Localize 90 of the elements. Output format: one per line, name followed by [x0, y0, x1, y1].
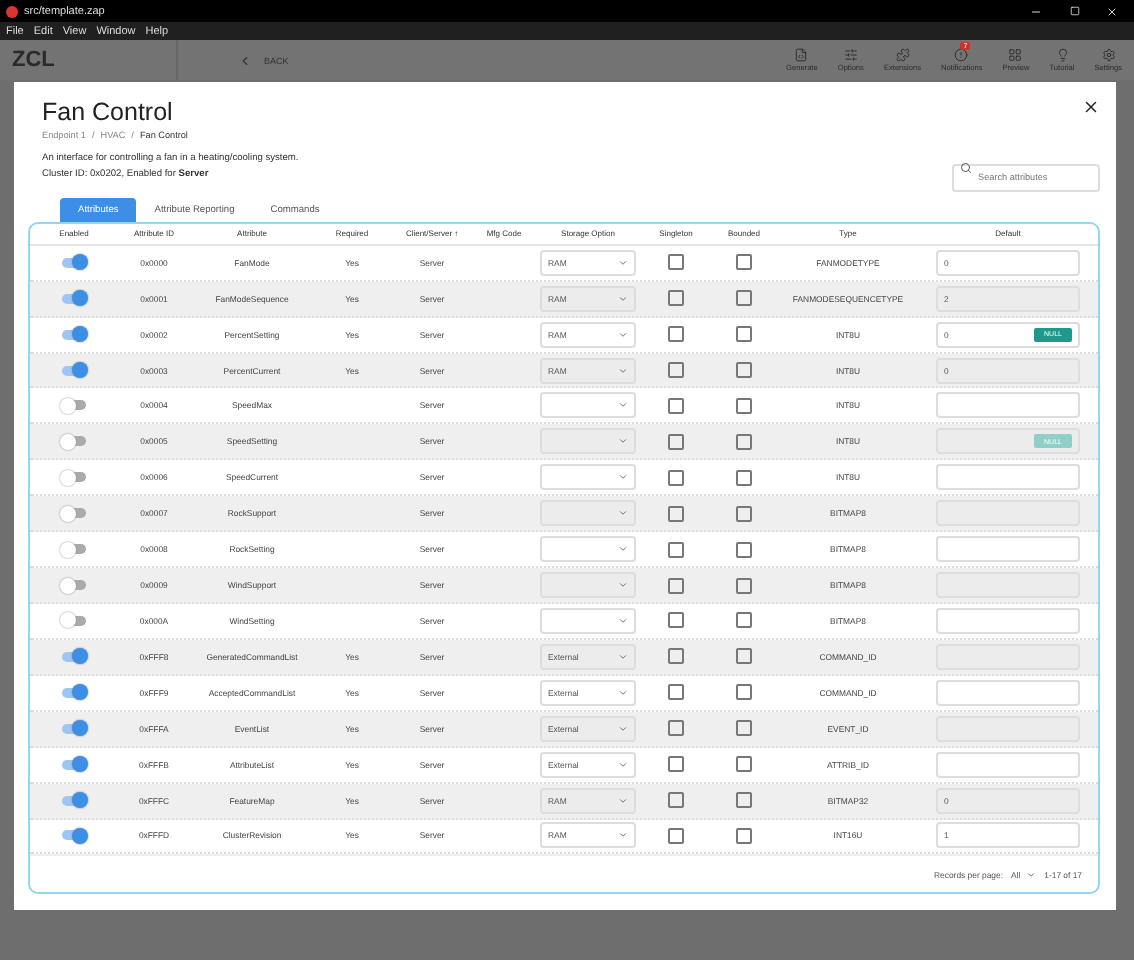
bounded-checkbox[interactable] — [736, 254, 752, 271]
bounded-checkbox[interactable] — [736, 362, 752, 378]
caret-icon — [618, 436, 628, 447]
caret-icon — [618, 400, 628, 411]
dialog-title: Fan Control — [42, 98, 173, 126]
bounded-checkbox[interactable] — [736, 648, 752, 665]
enabled-toggle[interactable] — [62, 580, 86, 591]
singleton-checkbox[interactable] — [668, 469, 684, 486]
caret-icon — [618, 687, 628, 698]
singleton-checkbox[interactable] — [668, 362, 684, 378]
caret-icon — [1026, 869, 1037, 880]
bounded-checkbox[interactable] — [736, 756, 752, 773]
bounded-checkbox[interactable] — [736, 290, 752, 307]
puzzle-icon — [895, 48, 910, 62]
chevron-left-icon — [238, 53, 252, 67]
enabled-toggle[interactable] — [62, 723, 86, 734]
enabled-toggle[interactable] — [62, 257, 86, 268]
grid-icon — [1008, 48, 1023, 62]
enabled-toggle[interactable] — [62, 508, 86, 519]
enabled-toggle[interactable] — [62, 436, 86, 447]
bounded-checkbox[interactable] — [736, 469, 752, 486]
caret-icon — [618, 759, 628, 770]
bounded-checkbox[interactable] — [736, 505, 752, 522]
close-button[interactable] — [1082, 98, 1100, 116]
singleton-checkbox[interactable] — [668, 827, 684, 844]
caret-icon — [618, 651, 628, 662]
default-field[interactable] — [936, 679, 1080, 706]
singleton-checkbox[interactable] — [668, 648, 684, 665]
settings-icon — [1101, 48, 1116, 62]
enabled-toggle[interactable] — [62, 615, 86, 626]
bounded-checkbox[interactable] — [736, 326, 752, 343]
singleton-checkbox[interactable] — [668, 505, 684, 522]
singleton-checkbox[interactable] — [668, 433, 684, 450]
singleton-checkbox[interactable] — [668, 541, 684, 558]
default-field[interactable] — [936, 536, 1080, 563]
bounded-checkbox[interactable] — [736, 827, 752, 844]
singleton-checkbox[interactable] — [668, 397, 684, 414]
singleton-checkbox[interactable] — [668, 684, 684, 701]
bounded-checkbox[interactable] — [736, 577, 752, 594]
bounded-checkbox[interactable] — [736, 397, 752, 414]
caret-icon — [618, 293, 628, 304]
search-icon — [960, 162, 972, 174]
enabled-toggle[interactable] — [62, 365, 86, 375]
app-logo-icon — [6, 5, 18, 17]
lightbulb-icon — [1055, 48, 1069, 62]
enabled-toggle[interactable] — [62, 293, 86, 304]
caret-icon — [618, 615, 628, 626]
default-field[interactable] — [936, 392, 1080, 419]
singleton-checkbox[interactable] — [668, 756, 684, 773]
caret-icon — [618, 723, 628, 734]
singleton-checkbox[interactable] — [668, 326, 684, 343]
caret-icon — [618, 795, 628, 806]
bounded-checkbox[interactable] — [736, 720, 752, 737]
enabled-toggle[interactable] — [62, 795, 86, 806]
singleton-checkbox[interactable] — [668, 612, 684, 629]
singleton-checkbox[interactable] — [668, 577, 684, 594]
sliders-icon — [843, 48, 858, 62]
default-field[interactable] — [936, 643, 1080, 670]
enabled-toggle[interactable] — [62, 400, 86, 411]
enabled-toggle[interactable] — [62, 687, 86, 698]
file-code-icon — [794, 48, 809, 62]
singleton-checkbox[interactable] — [668, 290, 684, 307]
caret-icon — [618, 257, 628, 268]
caret-icon — [618, 508, 628, 519]
alert-icon — [954, 48, 969, 62]
caret-icon — [618, 580, 628, 591]
default-field[interactable] — [936, 751, 1080, 778]
bounded-checkbox[interactable] — [736, 541, 752, 558]
caret-icon — [618, 830, 628, 841]
enabled-toggle[interactable] — [62, 759, 86, 770]
singleton-checkbox[interactable] — [668, 792, 684, 809]
bounded-checkbox[interactable] — [736, 684, 752, 701]
singleton-checkbox[interactable] — [668, 254, 684, 271]
enabled-toggle[interactable] — [62, 472, 86, 483]
default-field[interactable] — [936, 715, 1080, 742]
enabled-toggle[interactable] — [62, 651, 86, 662]
caret-icon — [618, 472, 628, 483]
singleton-checkbox[interactable] — [668, 720, 684, 737]
caret-icon — [618, 544, 628, 555]
app-logo: ZCL — [0, 40, 178, 80]
bounded-checkbox[interactable] — [736, 612, 752, 629]
caret-icon — [618, 329, 628, 340]
caret-icon — [618, 365, 628, 375]
bounded-checkbox[interactable] — [736, 792, 752, 809]
default-field[interactable] — [936, 607, 1080, 634]
enabled-toggle[interactable] — [62, 329, 86, 340]
enabled-toggle[interactable] — [62, 830, 86, 841]
default-field[interactable] — [936, 464, 1080, 491]
enabled-toggle[interactable] — [62, 544, 86, 555]
bounded-checkbox[interactable] — [736, 433, 752, 450]
